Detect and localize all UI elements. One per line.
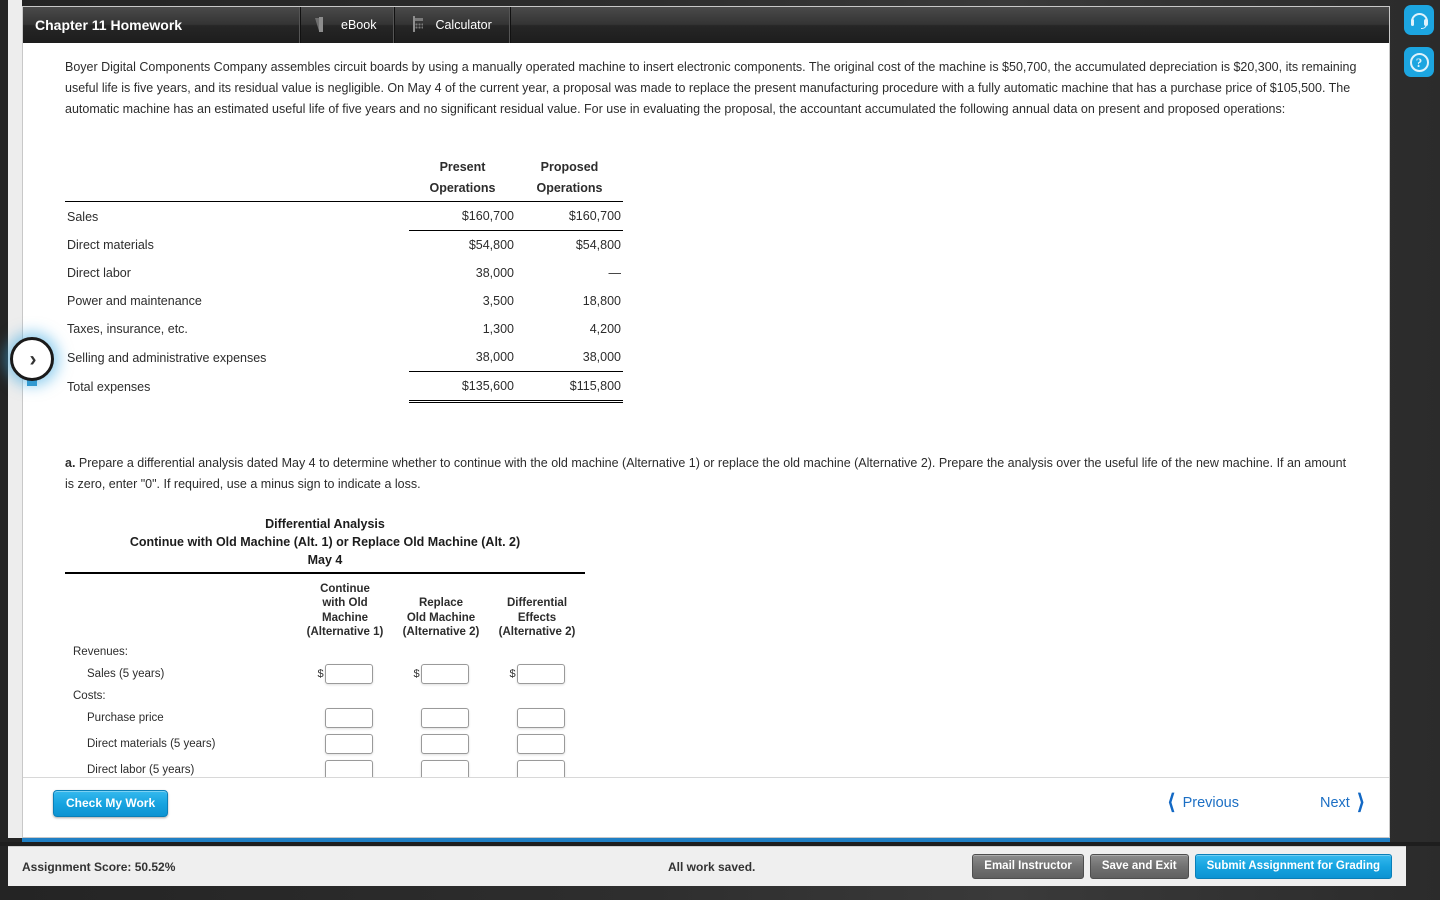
table-row: Power and maintenance 3,500 18,800 — [67, 294, 621, 309]
table-row: Taxes, insurance, etc. 1,300 4,200 — [67, 322, 621, 337]
da-row-direct-materials: Direct materials (5 years) — [65, 731, 585, 757]
da-table-header: Continue with Old Machine (Alternative 1… — [65, 574, 585, 643]
input-purchase-price-differential[interactable] — [516, 707, 565, 728]
operations-table-header: Present Operations Proposed Operations — [65, 157, 623, 203]
da-section-heading-costs: Costs: — [73, 689, 106, 702]
save-state-text: All work saved. — [668, 859, 756, 874]
assignment-score: Assignment Score: 50.52% — [22, 859, 176, 874]
table-row: Selling and administrative expenses 38,0… — [65, 343, 623, 373]
input-sales-differential[interactable] — [516, 663, 565, 684]
da-title-line1: Differential Analysis — [265, 516, 385, 531]
left-rail — [8, 0, 22, 838]
assignment-panel: Chapter 11 Homework eBook Calculator Boy… — [22, 6, 1390, 838]
previous-label: Previous — [1182, 794, 1239, 811]
chevron-right-icon: › — [29, 347, 37, 371]
part-a-marker: a. — [65, 456, 76, 471]
dollar-sign: $ — [413, 667, 420, 680]
input-direct-materials-differential[interactable] — [516, 733, 565, 754]
content-scroll-area[interactable]: Boyer Digital Components Company assembl… — [23, 43, 1389, 779]
help-icon: ? — [1409, 52, 1429, 72]
da-row-sales: Sales (5 years) $ $ $ — [65, 661, 585, 687]
tab-calculator-label: Calculator — [435, 18, 492, 32]
da-header-alt1: Continue with Old Machine (Alternative 1… — [306, 582, 384, 639]
input-direct-materials-alt1[interactable] — [324, 733, 373, 754]
operations-header-proposed: Proposed Operations — [516, 157, 623, 203]
input-sales-alt1[interactable] — [324, 663, 373, 684]
help-button[interactable]: ? — [1404, 47, 1434, 77]
operations-header-present: Present Operations — [409, 157, 516, 203]
operations-table: Present Operations Proposed Operations S… — [65, 157, 623, 404]
operations-header-blank — [65, 157, 409, 203]
differential-analysis-form: Differential Analysis Continue with Old … — [65, 515, 585, 779]
email-instructor-button[interactable]: Email Instructor — [972, 854, 1084, 879]
save-and-exit-button[interactable]: Save and Exit — [1089, 854, 1189, 879]
chevron-right-icon: ⟩ — [1356, 791, 1365, 814]
tab-bar: Chapter 11 Homework eBook Calculator — [23, 7, 1389, 43]
support-button[interactable] — [1404, 5, 1434, 35]
tab-bar-filler — [511, 7, 1389, 43]
problem-statement: Boyer Digital Components Company assembl… — [65, 60, 1357, 116]
page-title-label: Chapter 11 Homework — [35, 17, 183, 33]
calculator-icon — [413, 16, 428, 33]
tab-ebook[interactable]: eBook — [301, 7, 396, 43]
next-label: Next — [1319, 794, 1350, 811]
chevron-left-icon: ⟨ — [1167, 791, 1176, 814]
table-row: Direct labor 38,000 — — [67, 266, 621, 281]
content: Boyer Digital Components Company assembl… — [23, 43, 1389, 779]
table-row: Sales $160,700 $160,700 — [65, 201, 623, 232]
da-header-blank — [65, 574, 297, 643]
tab-ebook-label: eBook — [341, 18, 377, 32]
table-row: Total expenses $135,600 $115,800 — [65, 371, 623, 404]
input-direct-materials-alt2[interactable] — [420, 733, 469, 754]
next-button[interactable]: Next ⟩ — [1320, 792, 1365, 813]
dollar-sign: $ — [317, 667, 324, 680]
da-header-alt2: Replace Old Machine (Alternative 2) — [402, 597, 480, 639]
status-bar: Assignment Score: 50.52% All work saved.… — [8, 846, 1406, 886]
book-icon — [319, 17, 334, 33]
submit-assignment-button[interactable]: Submit Assignment for Grading — [1194, 854, 1392, 879]
page-title: Chapter 11 Homework — [23, 7, 301, 43]
part-a-text: Prepare a differential analysis dated Ma… — [65, 456, 1347, 492]
action-bar: Check My Work ⟨ Previous Next ⟩ — [23, 777, 1389, 837]
da-section-heading-revenues: Revenues: — [73, 645, 128, 658]
expand-sidebar-button[interactable]: › — [10, 337, 54, 381]
da-row-direct-labor: Direct labor (5 years) — [65, 757, 585, 779]
table-row: Direct materials $54,800 $54,800 — [67, 238, 621, 253]
previous-button[interactable]: ⟨ Previous — [1167, 792, 1239, 813]
input-sales-alt2[interactable] — [420, 663, 469, 684]
input-purchase-price-alt2[interactable] — [420, 707, 469, 728]
differential-analysis-table: Continue with Old Machine (Alternative 1… — [65, 574, 585, 779]
part-a-instructions: a. Prepare a differential analysis dated… — [65, 453, 1355, 495]
check-my-work-button[interactable]: Check My Work — [53, 790, 169, 817]
da-title-line3: May 4 — [307, 552, 343, 567]
da-header-differential: Differential Effects (Alternative 2) — [498, 597, 576, 639]
dollar-sign: $ — [509, 667, 516, 680]
screen: Chapter 11 Homework eBook Calculator Boy… — [0, 0, 1440, 900]
status-bar-actions: Email Instructor Save and Exit Submit As… — [972, 854, 1392, 879]
da-title-line2: Continue with Old Machine (Alt. 1) or Re… — [129, 534, 521, 549]
tab-calculator[interactable]: Calculator — [395, 7, 511, 43]
input-purchase-price-alt1[interactable] — [324, 707, 373, 728]
da-row-purchase-price: Purchase price — [65, 705, 585, 731]
headset-icon — [1410, 12, 1428, 29]
